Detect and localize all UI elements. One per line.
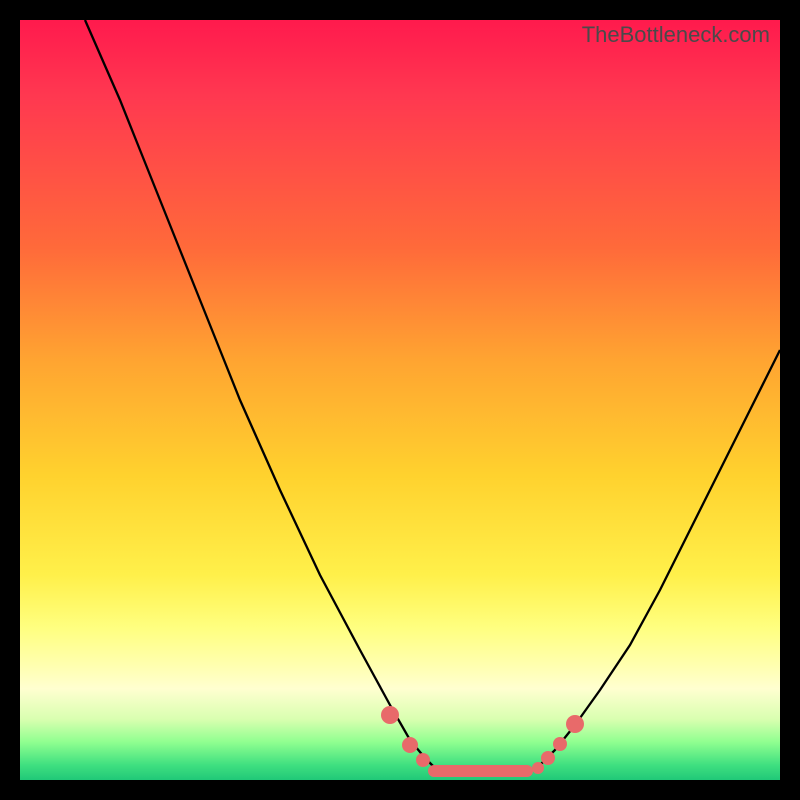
marker-bead	[402, 737, 418, 753]
plot-area: TheBottleneck.com	[20, 20, 780, 780]
curve-layer	[20, 20, 780, 780]
marker-bead	[381, 706, 399, 724]
marker-bead	[416, 753, 430, 767]
marker-bead	[566, 715, 584, 733]
marker-beads	[381, 706, 584, 777]
marker-flat-bar	[428, 765, 533, 777]
marker-bead	[532, 762, 544, 774]
chart-frame: TheBottleneck.com	[0, 0, 800, 800]
right-curve	[530, 350, 780, 770]
marker-bead	[541, 751, 555, 765]
left-curve	[85, 20, 435, 768]
marker-bead	[553, 737, 567, 751]
